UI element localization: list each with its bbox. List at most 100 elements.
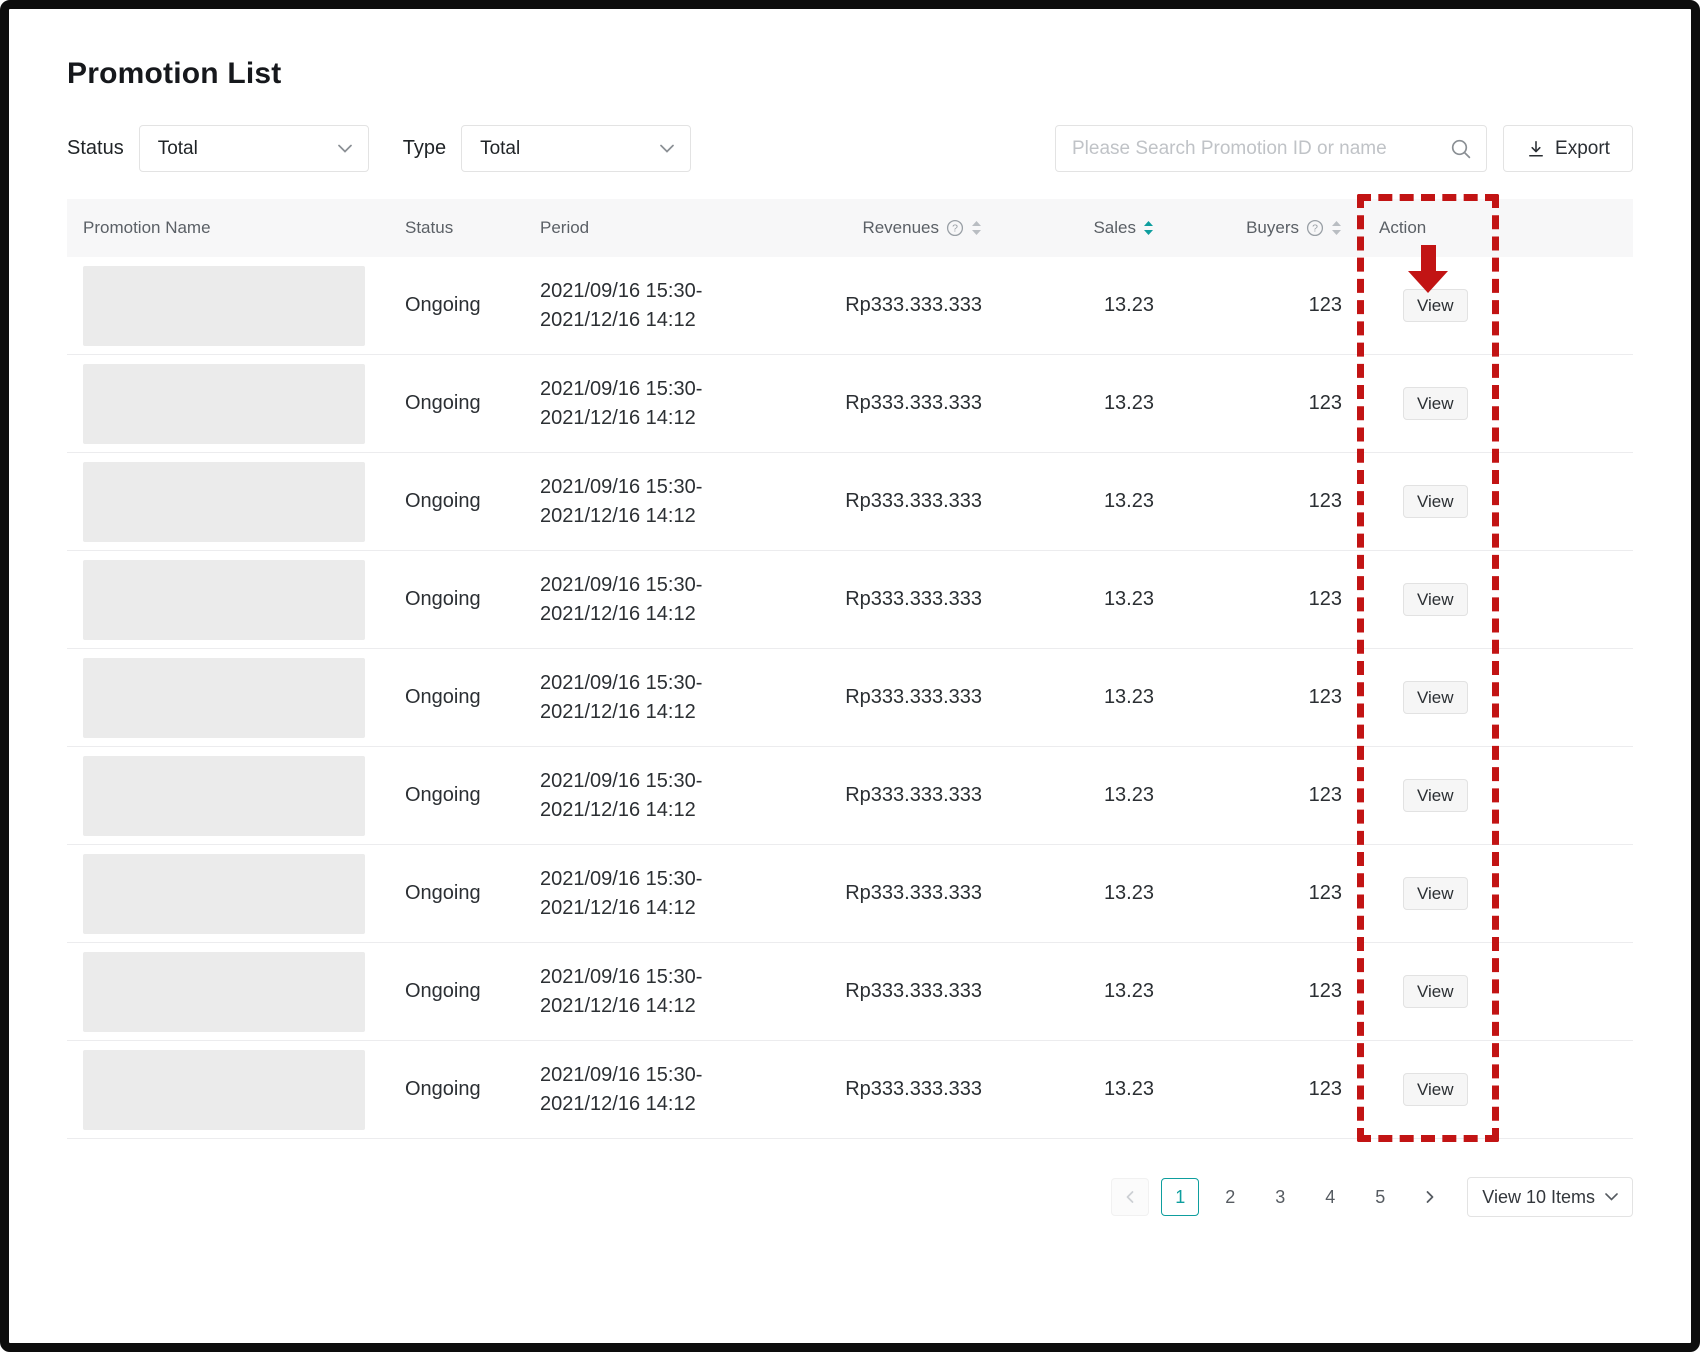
sales-cell: 13.23	[1017, 882, 1177, 905]
export-button[interactable]: Export	[1503, 125, 1633, 172]
view-button[interactable]: View	[1403, 975, 1468, 1008]
help-icon[interactable]: ?	[1306, 219, 1324, 237]
period-start: 2021/09/16 15:30-	[540, 669, 832, 698]
column-header-sales: Sales	[1017, 218, 1177, 238]
sales-cell: 13.23	[1017, 980, 1177, 1003]
period-end: 2021/12/16 14:12	[540, 796, 832, 825]
period-end: 2021/12/16 14:12	[540, 404, 832, 433]
view-button[interactable]: View	[1403, 289, 1468, 322]
status-cell: Ongoing	[377, 686, 512, 709]
svg-text:?: ?	[952, 223, 958, 235]
period-start: 2021/09/16 15:30-	[540, 865, 832, 894]
status-cell: Ongoing	[377, 490, 512, 513]
page-title: Promotion List	[67, 57, 1633, 91]
period-start: 2021/09/16 15:30-	[540, 1061, 832, 1090]
period-cell: 2021/09/16 15:30- 2021/12/16 14:12	[512, 767, 832, 825]
period-end: 2021/12/16 14:12	[540, 894, 832, 923]
view-button[interactable]: View	[1403, 387, 1468, 420]
promotion-name-placeholder	[83, 462, 365, 542]
revenues-cell: Rp333.333.333	[832, 392, 1017, 415]
page-size-select[interactable]: View 10 Items	[1467, 1177, 1633, 1217]
promotion-name-placeholder	[83, 364, 365, 444]
page-number-button[interactable]: 1	[1161, 1178, 1199, 1216]
promotion-name-cell	[67, 462, 377, 542]
view-button[interactable]: View	[1403, 485, 1468, 518]
view-button[interactable]: View	[1403, 779, 1468, 812]
column-header-revenues: Revenues ?	[832, 218, 1017, 238]
table-row: Ongoing 2021/09/16 15:30- 2021/12/16 14:…	[67, 453, 1633, 551]
pagination: 12345 View 10 Items	[67, 1177, 1633, 1217]
type-filter-select[interactable]: Total	[461, 125, 691, 172]
period-end: 2021/12/16 14:12	[540, 502, 832, 531]
column-header-promotion-name: Promotion Name	[67, 218, 377, 238]
sales-cell: 13.23	[1017, 294, 1177, 317]
period-cell: 2021/09/16 15:30- 2021/12/16 14:12	[512, 277, 832, 335]
action-cell: View	[1364, 289, 1494, 322]
period-start: 2021/09/16 15:30-	[540, 767, 832, 796]
promotion-name-cell	[67, 756, 377, 836]
period-cell: 2021/09/16 15:30- 2021/12/16 14:12	[512, 473, 832, 531]
chevron-down-icon	[660, 144, 674, 153]
chevron-down-icon	[338, 144, 352, 153]
revenues-cell: Rp333.333.333	[832, 784, 1017, 807]
period-end: 2021/12/16 14:12	[540, 600, 832, 629]
promotion-list-page: Promotion List Status Total Type Total	[0, 0, 1700, 1352]
table-row: Ongoing 2021/09/16 15:30- 2021/12/16 14:…	[67, 551, 1633, 649]
help-icon[interactable]: ?	[946, 219, 964, 237]
search-icon[interactable]	[1450, 138, 1472, 160]
promotion-name-cell	[67, 658, 377, 738]
column-header-period: Period	[512, 218, 832, 238]
column-header-status: Status	[377, 218, 512, 238]
view-button[interactable]: View	[1403, 681, 1468, 714]
view-button[interactable]: View	[1403, 583, 1468, 616]
filters-bar: Status Total Type Total Export	[67, 125, 1633, 172]
period-start: 2021/09/16 15:30-	[540, 277, 832, 306]
period-start: 2021/09/16 15:30-	[540, 963, 832, 992]
table-header: Promotion Name Status Period Revenues ? …	[67, 199, 1633, 257]
promotion-name-cell	[67, 266, 377, 346]
page-number-button[interactable]: 4	[1311, 1178, 1349, 1216]
buyers-cell: 123	[1177, 784, 1364, 807]
period-cell: 2021/09/16 15:30- 2021/12/16 14:12	[512, 865, 832, 923]
period-cell: 2021/09/16 15:30- 2021/12/16 14:12	[512, 1061, 832, 1119]
page-number-button[interactable]: 2	[1211, 1178, 1249, 1216]
promotion-name-placeholder	[83, 756, 365, 836]
column-header-buyers: Buyers ?	[1177, 218, 1364, 238]
buyers-cell: 123	[1177, 588, 1364, 611]
promotion-name-cell	[67, 560, 377, 640]
status-filter-select[interactable]: Total	[139, 125, 369, 172]
page-number-button[interactable]: 5	[1361, 1178, 1399, 1216]
period-cell: 2021/09/16 15:30- 2021/12/16 14:12	[512, 571, 832, 629]
sort-icon[interactable]	[971, 221, 982, 235]
svg-text:?: ?	[1312, 223, 1318, 235]
sales-cell: 13.23	[1017, 686, 1177, 709]
sort-icon-active[interactable]	[1143, 221, 1154, 235]
next-page-button[interactable]	[1411, 1178, 1449, 1216]
revenues-cell: Rp333.333.333	[832, 1078, 1017, 1101]
promotion-name-cell	[67, 854, 377, 934]
view-button[interactable]: View	[1403, 1073, 1468, 1106]
period-cell: 2021/09/16 15:30- 2021/12/16 14:12	[512, 375, 832, 433]
chevron-down-icon	[1605, 1193, 1618, 1201]
buyers-cell: 123	[1177, 294, 1364, 317]
table-body: Ongoing 2021/09/16 15:30- 2021/12/16 14:…	[67, 257, 1633, 1139]
page-number-button[interactable]: 3	[1261, 1178, 1299, 1216]
promotion-name-cell	[67, 952, 377, 1032]
revenues-cell: Rp333.333.333	[832, 686, 1017, 709]
previous-page-button[interactable]	[1111, 1178, 1149, 1216]
search-input[interactable]	[1072, 138, 1450, 160]
status-filter-label: Status	[67, 137, 124, 160]
sales-cell: 13.23	[1017, 588, 1177, 611]
sales-cell: 13.23	[1017, 392, 1177, 415]
period-start: 2021/09/16 15:30-	[540, 571, 832, 600]
status-cell: Ongoing	[377, 980, 512, 1003]
status-cell: Ongoing	[377, 1078, 512, 1101]
download-icon	[1526, 139, 1546, 159]
view-button[interactable]: View	[1403, 877, 1468, 910]
sort-icon[interactable]	[1331, 221, 1342, 235]
type-filter-value: Total	[480, 138, 520, 160]
period-end: 2021/12/16 14:12	[540, 992, 832, 1021]
promotion-name-placeholder	[83, 658, 365, 738]
period-cell: 2021/09/16 15:30- 2021/12/16 14:12	[512, 669, 832, 727]
search-box	[1055, 125, 1487, 172]
